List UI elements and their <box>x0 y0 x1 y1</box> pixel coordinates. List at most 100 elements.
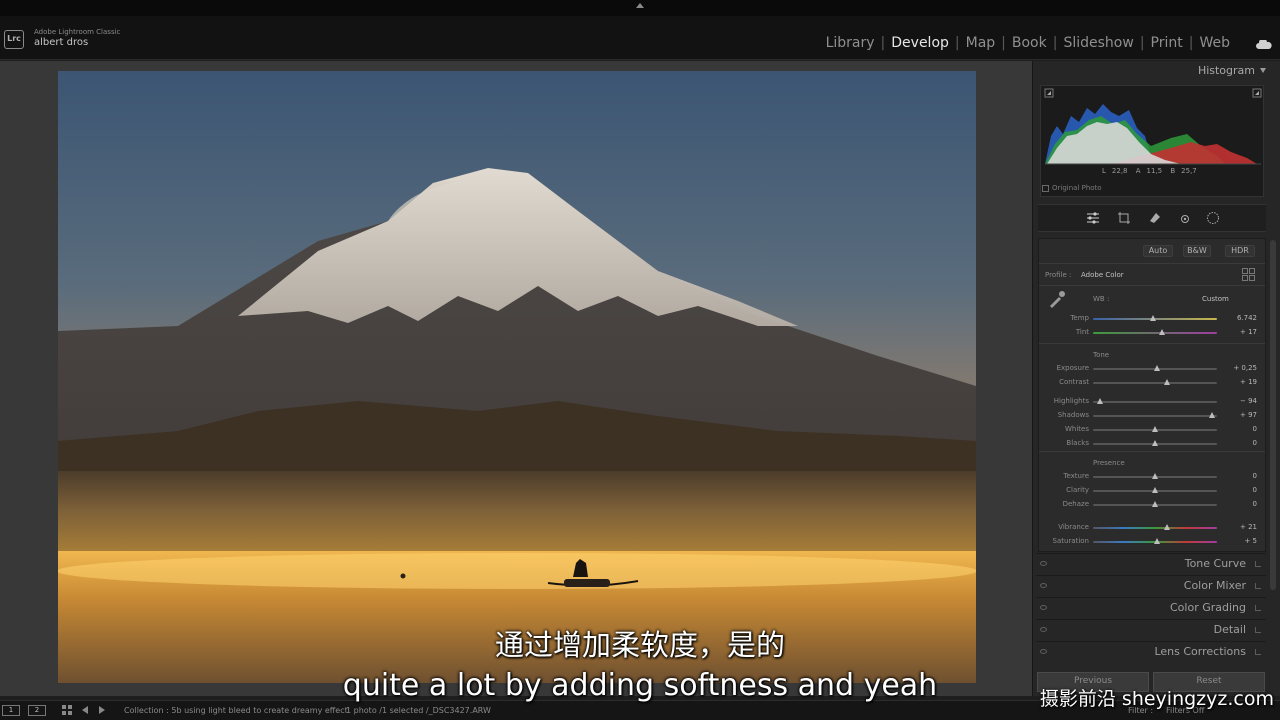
slider-thumb[interactable] <box>1209 412 1216 418</box>
panel-color-grading[interactable]: Color Grading <box>1036 597 1266 617</box>
histogram-graph[interactable] <box>1040 85 1264 197</box>
slider-thumb[interactable] <box>1159 329 1166 335</box>
slider-thumb[interactable] <box>1164 524 1171 530</box>
visibility-eye-icon[interactable] <box>1040 605 1047 610</box>
presence-section-label: Presence <box>1093 459 1125 467</box>
wb-dropdown[interactable]: Custom <box>1202 295 1229 303</box>
panel-switch-icon[interactable] <box>1255 583 1261 589</box>
slider-value[interactable]: 0 <box>1221 486 1257 494</box>
visibility-eye-icon[interactable] <box>1040 583 1047 588</box>
slider-label: Saturation <box>1052 537 1090 545</box>
slider-value[interactable]: 0 <box>1221 472 1257 480</box>
basic-panel: Auto B&W HDR Profile : Adobe Color WB : … <box>1038 238 1266 552</box>
histogram-plot <box>1044 88 1262 165</box>
profile-dropdown[interactable]: Adobe Color <box>1081 271 1124 279</box>
slider-value[interactable]: + 19 <box>1221 378 1257 386</box>
module-print[interactable]: Print <box>1145 35 1189 51</box>
red-eye-icon[interactable] <box>1178 211 1192 225</box>
slider-thumb[interactable] <box>1149 315 1156 321</box>
original-photo-toggle[interactable]: Original Photo <box>1042 184 1102 192</box>
cloud-sync-icon[interactable] <box>1256 40 1272 49</box>
slider-value[interactable]: + 5 <box>1221 537 1257 545</box>
slider-track[interactable] <box>1093 332 1217 334</box>
slider-value[interactable]: − 94 <box>1221 397 1257 405</box>
auto-button[interactable]: Auto <box>1143 245 1173 257</box>
bw-button[interactable]: B&W <box>1183 245 1211 257</box>
slider-label: Whites <box>1064 425 1089 433</box>
photo-mount-fuji[interactable] <box>58 71 976 683</box>
module-slideshow[interactable]: Slideshow <box>1057 35 1139 51</box>
healing-icon[interactable] <box>1148 211 1162 225</box>
slider-value[interactable]: + 21 <box>1221 523 1257 531</box>
slider-label: Tint <box>1075 328 1089 336</box>
white-balance-picker-icon[interactable] <box>1047 289 1067 309</box>
slider-value[interactable]: 0 <box>1221 425 1257 433</box>
back-arrow-icon[interactable] <box>80 705 90 715</box>
panel-title: Tone Curve <box>1184 557 1246 570</box>
selection-info[interactable]: 1 photo /1 selected /_DSC3427.ARW <box>346 706 491 715</box>
collapse-top-icon[interactable] <box>636 3 644 8</box>
slider-value[interactable]: + 97 <box>1221 411 1257 419</box>
panel-color-mixer[interactable]: Color Mixer <box>1036 575 1266 595</box>
panel-title: Color Grading <box>1170 601 1246 614</box>
slider-thumb[interactable] <box>1154 365 1161 371</box>
slider-label: Clarity <box>1066 486 1089 494</box>
secondary-window-button[interactable]: 2 <box>28 705 46 716</box>
slider-track[interactable] <box>1093 415 1217 417</box>
module-web[interactable]: Web <box>1193 35 1236 51</box>
histogram-header[interactable]: Histogram <box>1037 61 1269 81</box>
slider-thumb[interactable] <box>1152 440 1158 446</box>
collection-source[interactable]: Collection : 5b using light bleed to cre… <box>124 706 348 715</box>
forward-arrow-icon[interactable] <box>97 705 107 715</box>
profile-browser-icon[interactable] <box>1242 268 1255 281</box>
a-label: A <box>1135 167 1141 175</box>
l-value: 22,8 <box>1111 167 1128 175</box>
site-watermark: 摄影前沿 sheyingzyz.com <box>1039 688 1274 710</box>
lightroom-window: Lrc Adobe Lightroom Classic albert dros … <box>0 0 1280 720</box>
identity-plate-user: albert dros <box>34 37 89 48</box>
slider-label: Contrast <box>1059 378 1089 386</box>
panel-switch-icon[interactable] <box>1255 561 1261 567</box>
main-window-button[interactable]: 1 <box>2 705 20 716</box>
hdr-button[interactable]: HDR <box>1225 245 1255 257</box>
slider-thumb[interactable] <box>1152 473 1158 479</box>
slider-value[interactable]: 0 <box>1221 500 1257 508</box>
app-name: Adobe Lightroom Classic <box>34 28 121 36</box>
b-label: B <box>1170 167 1176 175</box>
slider-value[interactable]: + 0,25 <box>1221 364 1257 372</box>
slider-track[interactable] <box>1093 401 1217 403</box>
visibility-eye-icon[interactable] <box>1040 561 1047 566</box>
slider-thumb[interactable] <box>1152 501 1158 507</box>
edit-sliders-icon[interactable] <box>1086 211 1100 225</box>
masking-icon[interactable] <box>1206 211 1220 225</box>
panel-tone-curve[interactable]: Tone Curve <box>1036 553 1266 573</box>
original-photo-checkbox[interactable] <box>1042 184 1049 192</box>
slider-thumb[interactable] <box>1152 487 1158 493</box>
module-develop[interactable]: Develop <box>885 35 955 51</box>
slider-thumb[interactable] <box>1097 398 1104 404</box>
slider-value[interactable]: 0 <box>1221 439 1257 447</box>
profile-label: Profile : <box>1045 271 1072 279</box>
slider-value[interactable]: 6.742 <box>1221 314 1257 322</box>
subtitle-chinese: 通过增加柔软度，是的 <box>494 628 785 662</box>
slider-track[interactable] <box>1093 527 1217 529</box>
slider-thumb[interactable] <box>1152 426 1158 432</box>
slider-thumb[interactable] <box>1154 538 1161 544</box>
slider-track[interactable] <box>1093 382 1217 384</box>
slider-thumb[interactable] <box>1164 379 1171 385</box>
module-map[interactable]: Map <box>960 35 1002 51</box>
module-book[interactable]: Book <box>1006 35 1053 51</box>
develop-tool-strip <box>1038 204 1266 232</box>
crop-icon[interactable] <box>1117 211 1131 225</box>
panel-switch-icon[interactable] <box>1255 605 1261 611</box>
module-library[interactable]: Library <box>820 35 881 51</box>
l-label: L <box>1102 167 1106 175</box>
wb-label: WB : <box>1093 295 1110 303</box>
slider-value[interactable]: + 17 <box>1221 328 1257 336</box>
divider <box>1039 451 1265 452</box>
top-panel-strip[interactable] <box>0 0 1280 16</box>
image-viewer[interactable] <box>0 61 1032 696</box>
collapse-arrow-icon[interactable] <box>1260 68 1266 73</box>
right-panel-scrollbar[interactable] <box>1270 240 1276 590</box>
grid-view-icon[interactable] <box>62 705 72 715</box>
